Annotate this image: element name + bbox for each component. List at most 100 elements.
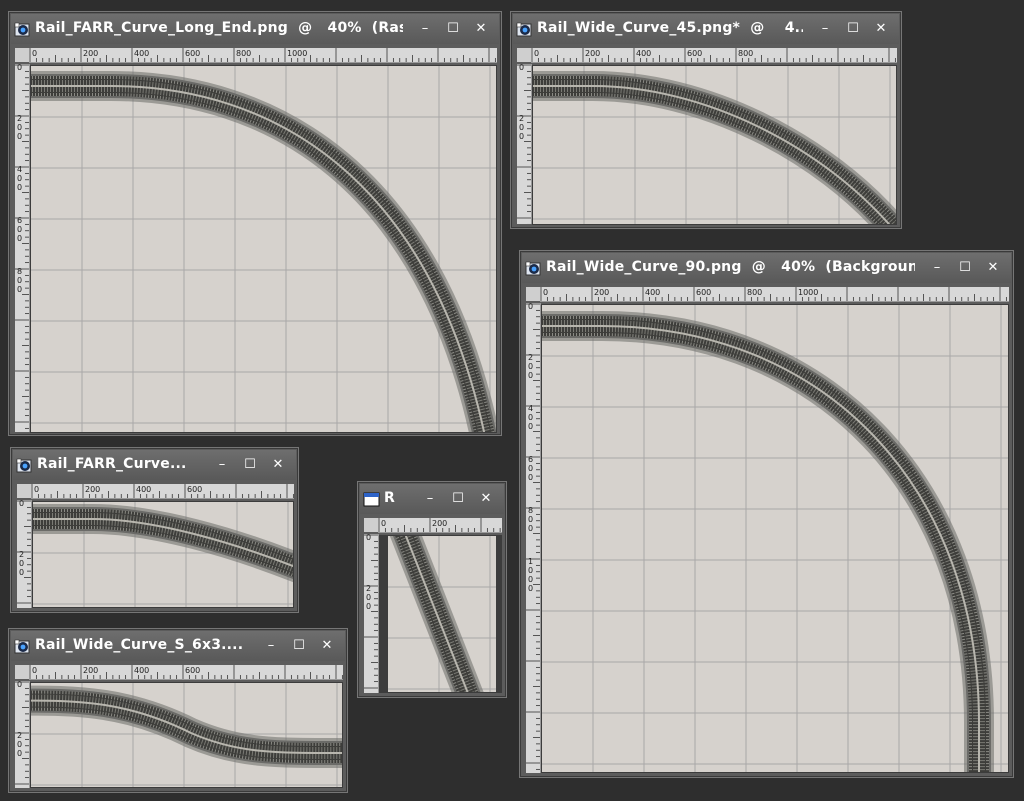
ruler-label: 400 xyxy=(134,49,149,58)
vertical-ruler[interactable]: 0 200 xyxy=(17,500,32,608)
horizontal-ruler[interactable]: 0 200 400 600 xyxy=(31,484,294,499)
ruler-label: 200 xyxy=(594,288,609,297)
window-title: Rail_Wide_Curve_45.png* @ 4... xyxy=(537,20,803,36)
window-rail-wide-curve-90[interactable]: Rail_Wide_Curve_90.png @ 40% (Backgroun.… xyxy=(519,250,1014,778)
psp-image-icon xyxy=(14,22,31,37)
maximize-button[interactable]: ☐ xyxy=(843,20,863,38)
title-bar[interactable]: Rail_FARR_Curve_Long_End.png @ 40% (Ras.… xyxy=(11,14,499,44)
maximize-button[interactable]: ☐ xyxy=(289,637,309,655)
rail-track xyxy=(389,536,484,692)
horizontal-ruler[interactable]: 0 200 400 600 xyxy=(29,665,343,680)
vertical-ruler[interactable]: 0 200 xyxy=(517,64,532,224)
ruler-label: 0 xyxy=(32,49,37,58)
close-button[interactable]: ✕ xyxy=(317,637,337,655)
close-button[interactable]: ✕ xyxy=(476,490,496,508)
vertical-ruler[interactable]: 0 200 400 600 800 1000 xyxy=(526,303,541,773)
vertical-ruler[interactable]: 0 200 xyxy=(15,681,30,788)
ruler-label: 0 xyxy=(32,666,37,675)
ruler-label: 0 xyxy=(17,681,22,689)
ruler-label: 200 xyxy=(585,49,600,58)
ruler-label: 0 xyxy=(366,534,371,542)
title-bar[interactable]: R – ☐ ✕ xyxy=(360,484,504,514)
window-title: R xyxy=(384,490,395,506)
close-button[interactable]: ✕ xyxy=(983,259,1003,277)
horizontal-ruler[interactable]: 0 200 xyxy=(378,518,502,533)
horizontal-ruler[interactable]: 0 200 400 600 800 1000 xyxy=(29,48,497,63)
rail-track xyxy=(542,311,995,772)
ruler-label: 200 xyxy=(85,485,100,494)
window-rail-farr-curve[interactable]: Rail_FARR_Curve... – ☐ ✕ 0 200 400 600 0 200 xyxy=(10,447,299,613)
ruler-label: 1000 xyxy=(528,557,533,593)
window-rail-wide-curve-45[interactable]: Rail_Wide_Curve_45.png* @ 4... – ☐ ✕ 0 20… xyxy=(510,11,902,229)
ruler-label: 1000 xyxy=(798,288,818,297)
ruler-label: 200 xyxy=(528,353,533,380)
ruler-label: 1000 xyxy=(287,49,307,58)
ruler-label: 200 xyxy=(17,114,22,141)
image-canvas[interactable] xyxy=(532,65,897,225)
ruler-label: 200 xyxy=(366,584,371,611)
ruler-label: 600 xyxy=(187,485,202,494)
maximize-button[interactable]: ☐ xyxy=(240,456,260,474)
title-bar[interactable]: Rail_Wide_Curve_S_6x3.... – ☐ ✕ xyxy=(11,631,345,661)
window-title: Rail_Wide_Curve_90.png @ 40% (Backgroun.… xyxy=(546,259,915,275)
window-title: Rail_Wide_Curve_S_6x3.... xyxy=(35,637,244,653)
close-button[interactable]: ✕ xyxy=(871,20,891,38)
ruler-corner xyxy=(517,48,531,62)
ruler-label: 400 xyxy=(636,49,651,58)
ruler-label: 200 xyxy=(432,519,447,528)
close-button[interactable]: ✕ xyxy=(268,456,288,474)
maximize-button[interactable]: ☐ xyxy=(955,259,975,277)
window-title: Rail_FARR_Curve... xyxy=(37,456,187,472)
window-r[interactable]: R – ☐ ✕ 0 200 0 200 xyxy=(357,481,507,698)
window-rail-wide-curve-s[interactable]: Rail_Wide_Curve_S_6x3.... – ☐ ✕ 0 200 400 6… xyxy=(8,628,348,793)
ruler-label: 600 xyxy=(528,455,533,482)
title-bar[interactable]: Rail_Wide_Curve_45.png* @ 4... – ☐ ✕ xyxy=(513,14,899,44)
vertical-ruler[interactable]: 0 200 xyxy=(364,534,379,693)
ruler-corner xyxy=(526,287,540,301)
ruler-label: 600 xyxy=(17,216,22,243)
title-bar[interactable]: Rail_Wide_Curve_90.png @ 40% (Backgroun.… xyxy=(522,253,1011,283)
ruler-corner xyxy=(17,484,31,498)
minimize-button[interactable]: – xyxy=(927,259,947,277)
ruler-label: 0 xyxy=(528,303,533,311)
minimize-button[interactable]: – xyxy=(261,637,281,655)
window-rail-farr-curve-long-end[interactable]: Rail_FARR_Curve_Long_End.png @ 40% (Ras.… xyxy=(8,11,502,436)
image-canvas[interactable] xyxy=(541,304,1009,773)
ruler-corner xyxy=(15,665,29,679)
rail-track xyxy=(533,71,896,224)
ruler-corner xyxy=(15,48,29,62)
title-bar[interactable]: Rail_FARR_Curve... – ☐ ✕ xyxy=(13,450,296,480)
ruler-label: 200 xyxy=(83,666,98,675)
ruler-label: 400 xyxy=(645,288,660,297)
ruler-label: 200 xyxy=(519,114,524,141)
ruler-label: 0 xyxy=(534,49,539,58)
image-canvas[interactable] xyxy=(32,501,294,608)
image-canvas[interactable] xyxy=(30,65,497,433)
maximize-button[interactable]: ☐ xyxy=(448,490,468,508)
minimize-button[interactable]: – xyxy=(815,20,835,38)
ruler-label: 800 xyxy=(236,49,251,58)
ruler-label: 800 xyxy=(17,267,22,294)
ruler-label: 400 xyxy=(134,666,149,675)
vertical-ruler[interactable]: 0 200 400 600 800 xyxy=(15,64,30,432)
ruler-label: 800 xyxy=(528,506,533,533)
horizontal-ruler[interactable]: 0 200 400 600 800 xyxy=(531,48,897,63)
minimize-button[interactable]: – xyxy=(212,456,232,474)
ruler-label: 0 xyxy=(34,485,39,494)
minimize-button[interactable]: – xyxy=(420,490,440,508)
maximize-button[interactable]: ☐ xyxy=(443,20,463,38)
image-canvas[interactable] xyxy=(30,682,343,788)
ruler-label: 400 xyxy=(136,485,151,494)
ruler-label: 0 xyxy=(381,519,386,528)
ruler-label: 600 xyxy=(185,49,200,58)
ruler-label: 600 xyxy=(687,49,702,58)
rail-track xyxy=(33,504,293,583)
horizontal-ruler[interactable]: 0 200 400 600 800 1000 xyxy=(540,287,1009,302)
ruler-label: 0 xyxy=(519,64,524,72)
minimize-button[interactable]: – xyxy=(415,20,435,38)
ruler-label: 800 xyxy=(747,288,762,297)
window-title: Rail_FARR_Curve_Long_End.png @ 40% (Ras.… xyxy=(35,20,403,36)
blank-window-icon xyxy=(363,492,380,507)
image-canvas[interactable] xyxy=(379,535,502,693)
close-button[interactable]: ✕ xyxy=(471,20,491,38)
